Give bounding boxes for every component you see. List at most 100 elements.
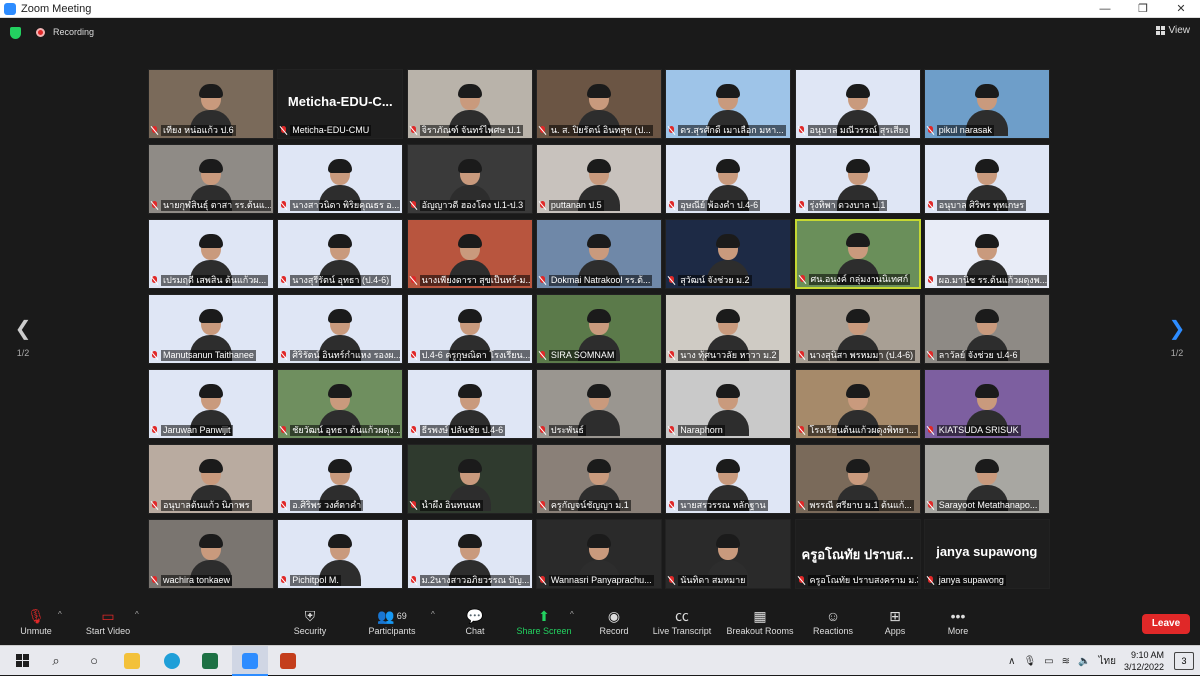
maximize-button[interactable]: ❐ [1124, 0, 1162, 18]
clock-time: 9:10 AM [1130, 650, 1164, 660]
more-button[interactable]: ••• More [918, 606, 998, 636]
participant-tile[interactable]: Jaruwan Panwijit [148, 369, 274, 439]
participant-tile[interactable]: เที่ยง หน่อแก้ว ป.6 [148, 69, 274, 139]
view-button[interactable]: View [1155, 25, 1190, 36]
participant-name-bar: จิราภัณฑ์ จันทร์ไพศษ ป.1 [410, 124, 530, 136]
participant-tile[interactable]: อ.ศิริพร วงศ์ตาคำ [277, 444, 404, 514]
encryption-shield-icon[interactable] [10, 27, 21, 39]
task-view-button[interactable]: ○ [84, 651, 104, 671]
participant-tile[interactable]: น้ำผึ้ง อินทนนท [406, 444, 533, 514]
participant-tile[interactable]: น. ส. ปิยรัตน์ อินทสุข (ป... [535, 69, 662, 139]
participant-tile[interactable]: Meticha-EDU-C... Meticha-EDU-CMU [277, 69, 404, 139]
tray-overflow-icon[interactable]: ∧ [1008, 656, 1015, 667]
security-button[interactable]: ⛨ Security [270, 606, 350, 636]
participant-tile[interactable]: นางสุนิสา พรหมมา (ป.4-6) [794, 294, 921, 364]
participant-tile[interactable]: นาง ทุ้ศนาวลัย หาวา ม.2 [665, 294, 792, 364]
participant-tile[interactable]: wachira tonkaew [148, 519, 274, 589]
participant-tile[interactable]: janya supawong janya supawong [923, 519, 1050, 589]
muted-mic-icon [798, 500, 805, 510]
muted-mic-icon [927, 125, 934, 135]
zoom-taskbar-button[interactable] [240, 651, 260, 671]
language-indicator[interactable]: ไทย [1098, 654, 1115, 669]
participant-tile[interactable]: อนุบาล ศิริพร พุทเกษร [923, 144, 1050, 214]
participant-tile[interactable]: อุษณีย์ พ้องคำ ป.4-6 [665, 144, 792, 214]
edge-button[interactable] [162, 651, 182, 671]
participant-tile[interactable]: สุวัฒน์ จังช่วย ม.2 [665, 219, 792, 289]
excel-button[interactable] [200, 651, 220, 671]
participant-name-bar: ครูอโณทัย ปราบสงคราม ม.3 [798, 574, 918, 586]
participant-tile[interactable]: Naraphorn [665, 369, 792, 439]
participants-button[interactable]: 👥 69 Participants [352, 606, 432, 636]
breakout-rooms-button[interactable]: ▦ Breakout Rooms [720, 606, 800, 636]
participant-tile[interactable]: Manutsanun Taithanee [148, 294, 274, 364]
participant-tile[interactable]: Sarayoot Metathanapo... [923, 444, 1050, 514]
participant-name-bar: เปรมฤดี เสพสิน ต้นแก้วผ... [151, 274, 271, 286]
participant-tile[interactable]: ลาวัลย์ จังช่วย ป.4-6 [923, 294, 1050, 364]
next-page-button[interactable]: ❯ 1/2 [1162, 318, 1192, 358]
tray-microphone-icon[interactable]: 🎙 [1023, 656, 1036, 667]
participant-tile[interactable]: นันทิดา สมหมาย [665, 519, 792, 589]
participant-name: ผอ.มานิช รร.ต้นแก้วผดุงพ... [936, 274, 1047, 286]
participant-tile[interactable]: นางสุรีรัตน์ อุทธา (ป.4-6) [277, 219, 404, 289]
participant-tile[interactable]: ดร.สุรศักดิ์ เมาเลือก มหา... [665, 69, 792, 139]
participant-tile[interactable]: Wannasri Panyaprachu... [535, 519, 662, 589]
participant-tile[interactable]: ศิริรัตน์ อินทร์กำแหง รองผ... [277, 294, 404, 364]
grid-view-icon [1155, 26, 1165, 35]
participant-tile[interactable]: นางสาวนิดา พิริยคุณธร อ... [277, 144, 404, 214]
participant-tile[interactable]: นายกุฬสินธุ์ ตาสา รร.ต้นแ... [148, 144, 274, 214]
powerpoint-button[interactable] [278, 651, 298, 671]
share-screen-label: Share Screen [516, 626, 572, 636]
window-titlebar: Zoom Meeting — ❐ ✕ [0, 0, 1200, 18]
audio-options-caret[interactable]: ^ [58, 610, 62, 619]
participant-tile[interactable]: รุ่งทิพา ดวงบาล ป.1 [794, 144, 921, 214]
battery-icon[interactable]: ▭ [1044, 656, 1053, 667]
participant-tile[interactable]: SIRA SOMNAM [535, 294, 662, 364]
meeting-topbar: Recording View [0, 18, 1200, 48]
participant-tile[interactable]: จิราภัณฑ์ จันทร์ไพศษ ป.1 [406, 69, 533, 139]
participant-tile[interactable]: อนุบาลต้นแก้ว นิภาพร [148, 444, 274, 514]
participant-tile[interactable]: ม.2นางสาวอภิยวรรณ ปัญ... [406, 519, 533, 589]
leave-button[interactable]: Leave [1142, 614, 1190, 634]
participant-tile[interactable]: ประพันธ์ [535, 369, 662, 439]
minimize-button[interactable]: — [1086, 0, 1124, 18]
participant-tile[interactable]: ศน.อนงค์ กลุ่มงานนิเทศก์ [794, 219, 921, 289]
chat-button[interactable]: 💬 Chat [435, 606, 515, 636]
participant-tile[interactable]: Dokmai Natrakool รร.ต้... [535, 219, 662, 289]
participant-tile[interactable]: อัญญาวดี ฮองโตง ป.1-ป.3 [406, 144, 533, 214]
unmute-button[interactable]: 🎙 Unmute [0, 606, 76, 636]
participant-tile[interactable]: puttanan ป.5 [535, 144, 662, 214]
participant-name: pikul narasak [936, 124, 994, 136]
wifi-icon[interactable]: ≋ [1062, 656, 1070, 667]
participant-tile[interactable]: ชัยวัฒน์ อุทธา ต้นแก้วผดุง... [277, 369, 404, 439]
participant-name: นายกุฬสินธุ์ ตาสา รร.ต้นแ... [161, 199, 271, 211]
participant-tile[interactable]: เปรมฤดี เสพสิน ต้นแก้วผ... [148, 219, 274, 289]
participant-tile[interactable]: Pichitpol M. [277, 519, 404, 589]
previous-page-button[interactable]: ❮ 1/2 [8, 318, 38, 358]
participant-name: wachira tonkaew [161, 574, 233, 586]
volume-icon[interactable]: 🔈 [1078, 656, 1090, 667]
live-transcript-button[interactable]: ㏄ Live Transcript [642, 606, 722, 636]
start-button[interactable] [12, 651, 32, 671]
clock[interactable]: 9:10 AM 3/12/2022 [1124, 649, 1164, 673]
participant-tile[interactable]: ธีรพงษ์ ปลันชัย ป.4-6 [406, 369, 533, 439]
notification-center-button[interactable]: 3 [1174, 652, 1194, 670]
search-button[interactable]: ⌕ [46, 651, 66, 671]
participant-tile[interactable]: ป.4-6 ครูกุษณิดา โรงเรียน... [406, 294, 533, 364]
participant-tile[interactable]: KIATSUDA SRISUK [923, 369, 1050, 439]
participant-tile[interactable]: นางเพียงดารา สุขเป็นทร์-ม... [406, 219, 533, 289]
participant-tile[interactable]: โรงเรียนต้นแก้วผดุงพิทยา... [794, 369, 921, 439]
participant-name-bar: Meticha-EDU-CMU [280, 124, 400, 136]
participant-tile[interactable]: ครูกัญจน์ชัญญา ม.1 [535, 444, 662, 514]
participant-name: อุษณีย์ พ้องคำ ป.4-6 [678, 199, 761, 211]
meeting-stage: Recording View ❮ 1/2 ❯ 1/2 เที่ยง หน่อแก… [0, 18, 1200, 600]
participant-tile[interactable]: pikul narasak [923, 69, 1050, 139]
close-button[interactable]: ✕ [1162, 0, 1200, 18]
video-options-caret[interactable]: ^ [135, 610, 139, 619]
file-explorer-button[interactable] [122, 651, 142, 671]
participant-tile[interactable]: อนุบาล มณีวรรณ์ สุรเสียง [794, 69, 921, 139]
participant-tile[interactable]: ครูอโณทัย ปราบส... ครูอโณทัย ปราบสงคราม ม… [794, 519, 921, 589]
participant-tile[interactable]: พรรณี ศรียาบ ม.1 ต้นแก้... [794, 444, 921, 514]
participant-tile[interactable]: นายสรวรรณ หลักฐาน [665, 444, 792, 514]
participant-tile[interactable]: ผอ.มานิช รร.ต้นแก้วผดุงพ... [923, 219, 1050, 289]
muted-mic-icon [927, 575, 934, 585]
